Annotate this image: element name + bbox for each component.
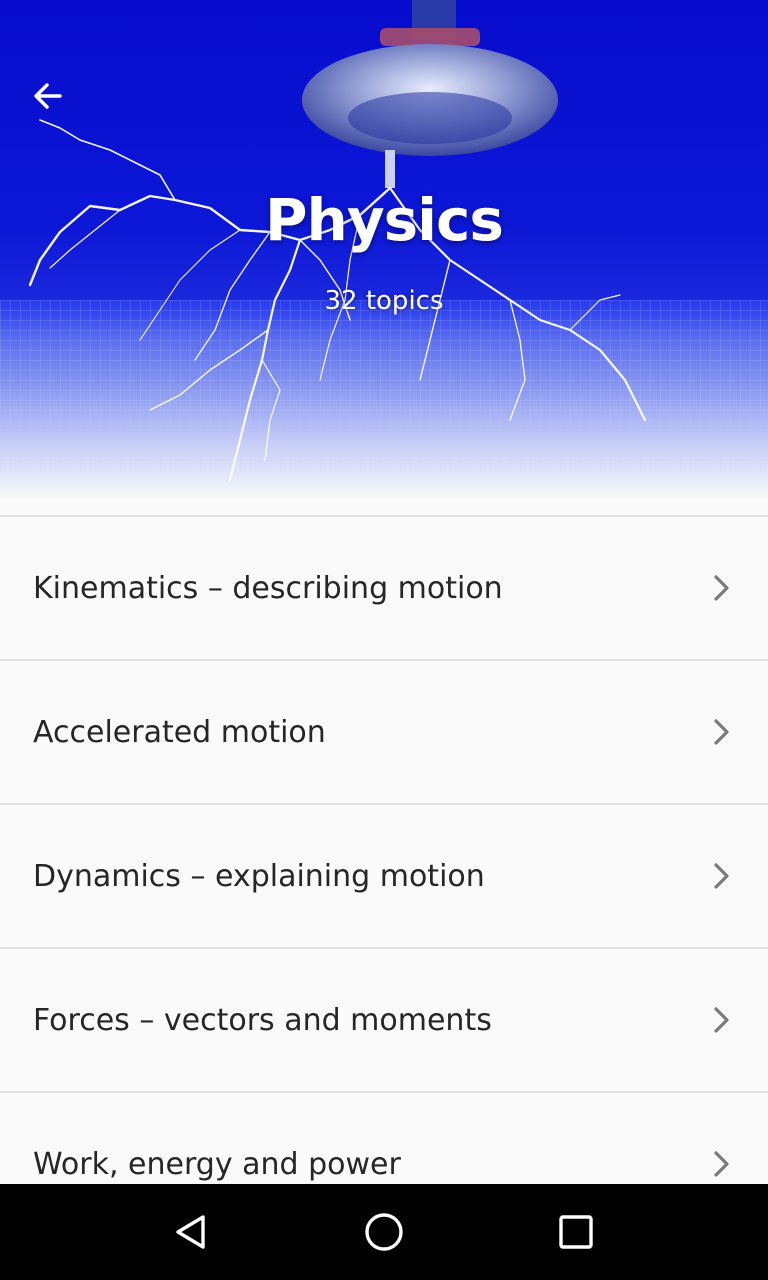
header-banner: Physics 32 topics [0, 0, 768, 500]
topic-label: Work, energy and power [33, 1146, 401, 1182]
square-recents-icon [559, 1215, 593, 1249]
topic-row-dynamics[interactable]: Dynamics – explaining motion [0, 805, 768, 949]
nav-home-button[interactable] [352, 1200, 416, 1264]
circle-home-icon [365, 1213, 403, 1251]
chevron-right-icon [710, 573, 732, 603]
chevron-right-icon [710, 1005, 732, 1035]
topic-row-kinematics[interactable]: Kinematics – describing motion [0, 517, 768, 661]
arrow-left-icon [34, 83, 62, 109]
topic-list-screen: Physics 32 topics Kinematics – describin… [0, 0, 768, 1280]
topic-label: Forces – vectors and moments [33, 1002, 492, 1038]
chevron-right-icon [710, 1149, 732, 1179]
page-title: Physics [265, 186, 504, 254]
triangle-back-icon [176, 1215, 205, 1249]
back-button[interactable] [20, 68, 76, 124]
topic-row-forces[interactable]: Forces – vectors and moments [0, 949, 768, 1093]
topic-count: 32 topics [324, 286, 444, 316]
topic-label: Dynamics – explaining motion [33, 858, 485, 894]
topic-label: Kinematics – describing motion [33, 570, 503, 606]
topic-label: Accelerated motion [33, 714, 326, 750]
nav-recents-button[interactable] [544, 1200, 608, 1264]
system-navigation-bar [0, 1184, 768, 1280]
chevron-right-icon [710, 861, 732, 891]
chevron-right-icon [710, 717, 732, 747]
topic-row-accelerated-motion[interactable]: Accelerated motion [0, 661, 768, 805]
nav-back-button[interactable] [160, 1200, 224, 1264]
topic-list: Kinematics – describing motion Accelerat… [0, 515, 768, 1237]
